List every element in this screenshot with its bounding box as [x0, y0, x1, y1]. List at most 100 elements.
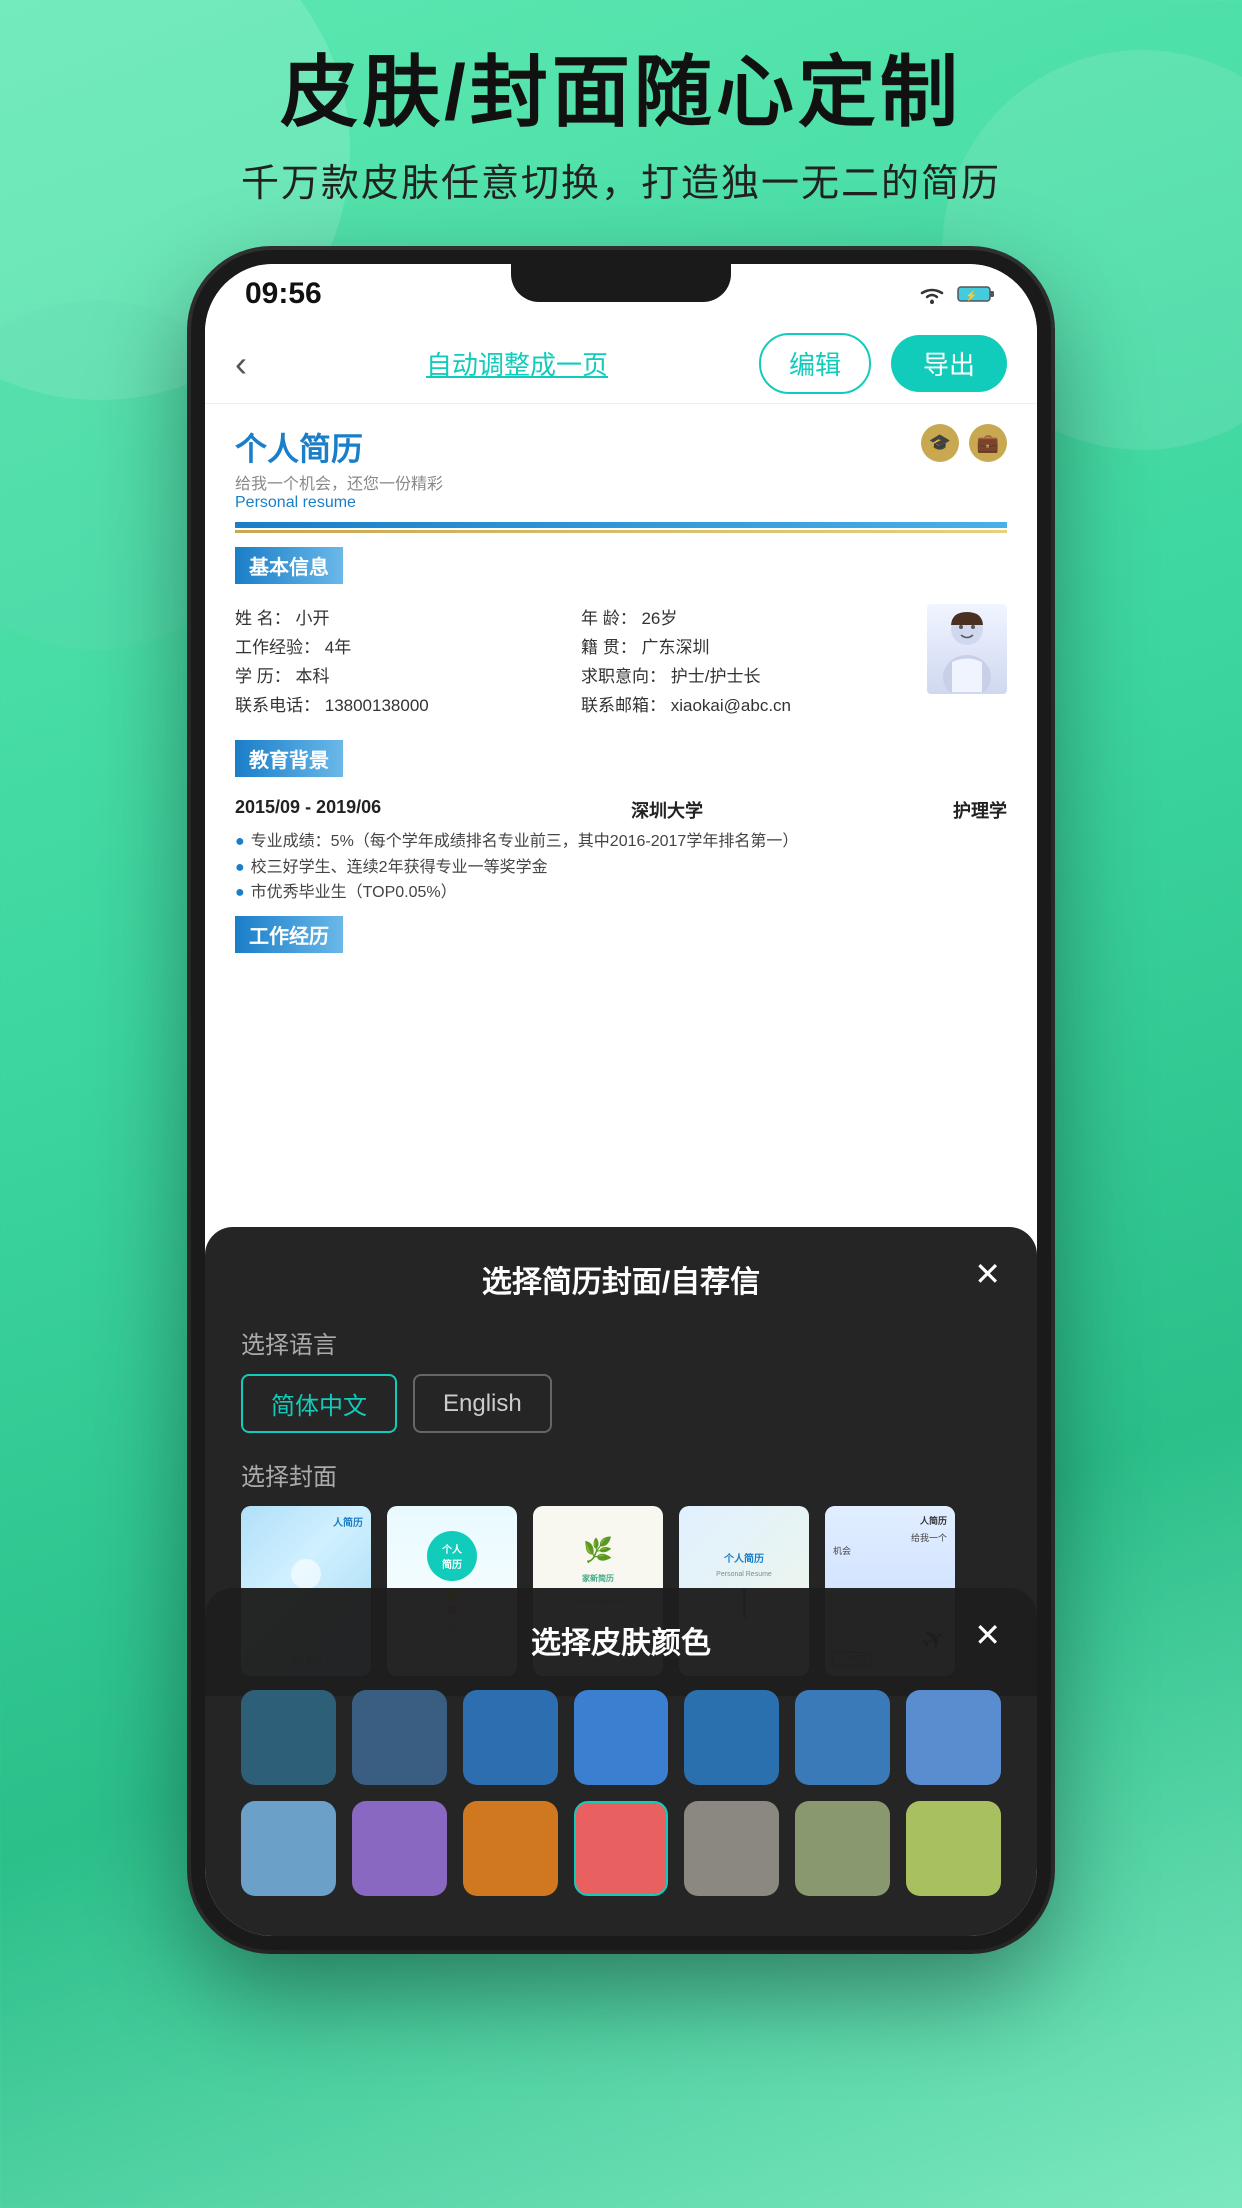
education-header: 教育背景 — [235, 740, 343, 777]
basic-info-section: 基本信息 — [235, 547, 1007, 726]
education-section: 教育背景 2015/09 - 2019/06 深圳大学 护理学 ● 专业成绩：5… — [235, 740, 1007, 906]
battery-icon: ⚡ — [957, 284, 997, 304]
skin-close-button[interactable]: ✕ — [974, 1616, 1001, 1654]
color-swatch-3[interactable] — [463, 1690, 558, 1785]
email-label: 联系邮箱： — [581, 696, 666, 715]
color-swatch-9[interactable] — [352, 1801, 447, 1896]
edu-bullet-1: ● 专业成绩：5%（每个学年成绩排名专业前三，其中2016-2017学年排名第一… — [235, 829, 1007, 855]
nav-center: 自动调整成一页 — [295, 345, 739, 382]
name-value: 小开 — [295, 609, 329, 628]
modal-cover-title: 选择简历封面/自荐信 — [241, 1257, 1001, 1301]
edu-period: 2015/09 - 2019/06 — [235, 797, 381, 823]
name-field: 姓 名： 小开 — [235, 604, 571, 629]
edu-bullet-3: ● 市优秀毕业生（TOP0.05%） — [235, 880, 1007, 906]
color-swatch-12[interactable] — [684, 1801, 779, 1896]
header-title: 皮肤/封面随心定制 — [0, 50, 1242, 136]
avatar — [927, 604, 1007, 694]
status-icons: ⚡ — [917, 283, 997, 305]
lang-section-label: 选择语言 — [241, 1325, 1001, 1360]
color-grid-row1 — [241, 1690, 1001, 1785]
export-button[interactable]: 导出 — [891, 335, 1007, 392]
phone-label: 联系电话： — [235, 696, 320, 715]
phone-mockup: 09:56 ⚡ ‹ 自动调整成一页 — [191, 250, 1051, 1950]
age-field: 年 龄： 26岁 — [581, 604, 917, 629]
notch — [511, 264, 731, 302]
status-time: 09:56 — [245, 277, 322, 311]
lang-cn-button[interactable]: 简体中文 — [241, 1374, 397, 1433]
modal-skin: 选择皮肤颜色 ✕ — [205, 1588, 1037, 1936]
briefcase-icon: 💼 — [969, 424, 1007, 462]
svg-text:⚡: ⚡ — [965, 289, 977, 302]
edit-button[interactable]: 编辑 — [759, 333, 871, 394]
intent-value: 护士/护士长 — [671, 667, 761, 686]
edu-field: 学 历： 本科 — [235, 662, 571, 687]
intent-field: 求职意向： 护士/护士长 — [581, 662, 917, 687]
color-swatch-1[interactable] — [241, 1690, 336, 1785]
exp-field: 工作经验： 4年 — [235, 633, 571, 658]
edu-major: 护理学 — [953, 797, 1007, 823]
age-label: 年 龄： — [581, 609, 637, 628]
gold-divider — [235, 530, 1007, 533]
color-swatch-8[interactable] — [241, 1801, 336, 1896]
back-button[interactable]: ‹ — [235, 343, 275, 385]
phone-screen: 09:56 ⚡ ‹ 自动调整成一页 — [205, 264, 1037, 1936]
wifi-icon — [917, 283, 947, 305]
name-label: 姓 名： — [235, 609, 291, 628]
header-subtitle: 千万款皮肤任意切换，打造独一无二的简历 — [0, 152, 1242, 207]
info-with-avatar: 姓 名： 小开 年 龄： 26岁 工作经验： 4年 籍 贯： — [235, 604, 1007, 726]
color-swatch-10[interactable] — [463, 1801, 558, 1896]
color-swatch-2[interactable] — [352, 1690, 447, 1785]
hometown-field: 籍 贯： 广东深圳 — [581, 633, 917, 658]
auto-adjust-text[interactable]: 自动调整成一页 — [426, 350, 608, 380]
graduation-icon: 🎓 — [921, 424, 959, 462]
lang-en-button[interactable]: English — [413, 1374, 552, 1433]
status-bar: 09:56 ⚡ — [205, 264, 1037, 324]
blue-divider — [235, 522, 1007, 528]
work-section: 工作经历 — [235, 916, 1007, 963]
cover-section-label: 选择封面 — [241, 1457, 1001, 1492]
avatar-inner — [927, 604, 1007, 694]
resume-header: 个人简历 给我一个机会，还您一份精彩 Personal resume 🎓 💼 — [235, 424, 1007, 512]
color-swatch-11[interactable] — [574, 1801, 669, 1896]
resume-subtitle-en: Personal resume — [235, 494, 443, 512]
resume-content: 个人简历 给我一个机会，还您一份精彩 Personal resume 🎓 💼 基… — [205, 404, 1037, 983]
basic-info-header: 基本信息 — [235, 547, 343, 584]
age-value: 26岁 — [641, 609, 677, 628]
color-swatch-14[interactable] — [906, 1801, 1001, 1896]
email-field: 联系邮箱： xiaokai@abc.cn — [581, 691, 917, 716]
color-swatch-13[interactable] — [795, 1801, 890, 1896]
edu-header-row: 2015/09 - 2019/06 深圳大学 护理学 — [235, 797, 1007, 823]
resume-title-block: 个人简历 给我一个机会，还您一份精彩 Personal resume — [235, 424, 443, 512]
info-grid: 姓 名： 小开 年 龄： 26岁 工作经验： 4年 籍 贯： — [235, 604, 917, 716]
skin-title: 选择皮肤颜色 — [241, 1618, 1001, 1662]
phone-field: 联系电话： 13800138000 — [235, 691, 571, 716]
exp-value: 4年 — [325, 638, 351, 657]
modal-cover-close[interactable]: ✕ — [974, 1255, 1001, 1293]
edu-label: 学 历： — [235, 667, 291, 686]
lang-buttons: 简体中文 English — [241, 1374, 1001, 1433]
bullet-dot-2: ● — [235, 855, 245, 881]
phone-value: 13800138000 — [325, 696, 429, 715]
edu-bullet-text-1: 专业成绩：5%（每个学年成绩排名专业前三，其中2016-2017学年排名第一） — [251, 829, 799, 855]
bullet-dot-1: ● — [235, 829, 245, 855]
bullet-dot-3: ● — [235, 880, 245, 906]
resume-main-title: 个人简历 — [235, 431, 363, 467]
work-header: 工作经历 — [235, 916, 343, 953]
color-swatch-5[interactable] — [684, 1690, 779, 1785]
edu-value: 本科 — [295, 667, 329, 686]
edu-bullet-text-3: 市优秀毕业生（TOP0.05%） — [251, 880, 457, 906]
edu-bullets: ● 专业成绩：5%（每个学年成绩排名专业前三，其中2016-2017学年排名第一… — [235, 829, 1007, 906]
email-value: xiaokai@abc.cn — [671, 696, 791, 715]
color-swatch-7[interactable] — [906, 1690, 1001, 1785]
color-grid-row2 — [241, 1801, 1001, 1896]
edu-bullet-text-2: 校三好学生、连续2年获得专业一等奖学金 — [251, 855, 548, 881]
hometown-value: 广东深圳 — [641, 638, 709, 657]
exp-label: 工作经验： — [235, 638, 320, 657]
hometown-label: 籍 贯： — [581, 638, 637, 657]
resume-header-icons: 🎓 💼 — [921, 424, 1007, 462]
color-swatch-4[interactable] — [574, 1690, 669, 1785]
color-swatch-6[interactable] — [795, 1690, 890, 1785]
edu-school: 深圳大学 — [631, 797, 703, 823]
header-area: 皮肤/封面随心定制 千万款皮肤任意切换，打造独一无二的简历 — [0, 50, 1242, 207]
intent-label: 求职意向： — [581, 667, 666, 686]
